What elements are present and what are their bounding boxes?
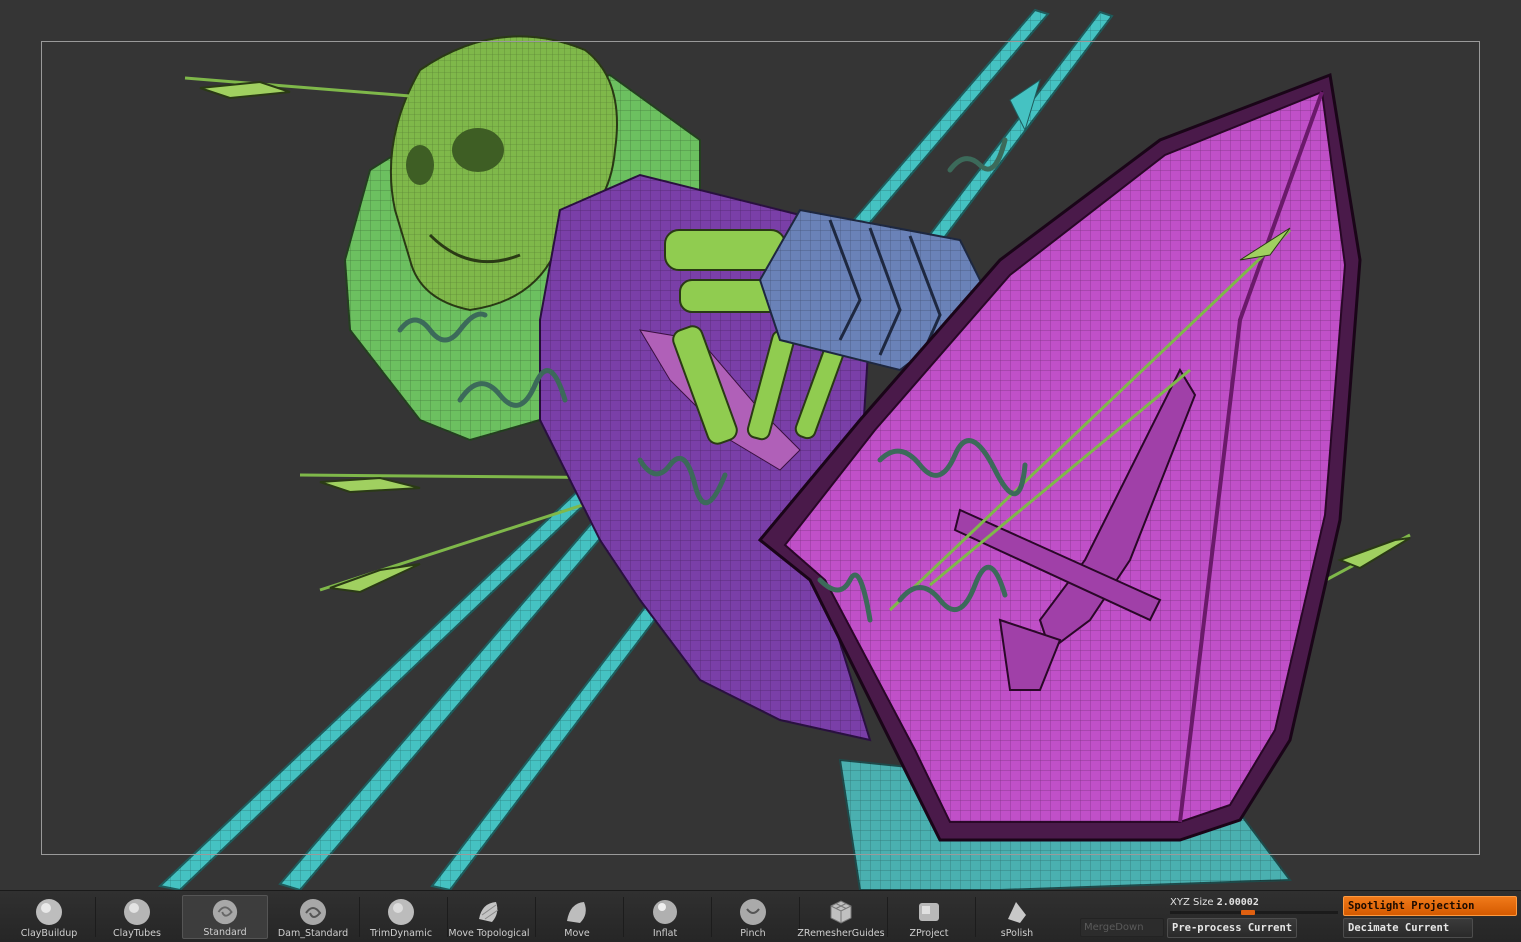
brush-label: Inflat [652, 928, 678, 939]
brush-move-topological[interactable]: Move Topological [446, 895, 532, 939]
brush-label: ZProject [909, 928, 949, 939]
3d-model-scene [157, 8, 1411, 890]
pinch-brush-icon [740, 899, 766, 925]
brush-claybuildup[interactable]: ClayBuildup [6, 895, 92, 939]
brush-move[interactable]: Move [534, 895, 620, 939]
brush-label: ClayTubes [113, 928, 161, 939]
brush-dam-standard[interactable]: Dam_Standard [270, 895, 356, 939]
spear-lower [157, 468, 614, 890]
spotlight-projection-button[interactable]: Spotlight Projection [1343, 896, 1517, 916]
brush-label: ClayBuildup [20, 928, 78, 939]
move-brush-icon [567, 902, 586, 923]
spolish-brush-icon [1008, 902, 1026, 923]
brush-label: Move [564, 928, 590, 939]
brush-label: TrimDynamic [369, 928, 433, 939]
brush-label: Standard [203, 927, 247, 938]
move-topological-brush-icon [479, 902, 499, 922]
clay-tubes-brush-icon [124, 899, 150, 925]
zproject-brush-icon [919, 903, 939, 921]
brush-label: ZRemesherGuides [797, 928, 885, 939]
xyz-size-value: 2.00002 [1216, 897, 1259, 908]
xyz-size-slider[interactable]: XYZ Size 2.00002 [1167, 895, 1339, 915]
merge-down-button[interactable]: MergeDown [1080, 918, 1164, 937]
brush-inflat[interactable]: Inflat [622, 895, 708, 939]
brush-spolish[interactable]: sPolish [974, 895, 1060, 939]
brush-zproject[interactable]: ZProject [886, 895, 972, 939]
clay-buildup-brush-icon [36, 899, 62, 925]
dam-standard-brush-icon [300, 899, 326, 925]
xyz-size-caption: XYZ Size [1170, 897, 1214, 908]
standard-brush-icon [212, 899, 238, 925]
trim-dynamic-brush-icon [388, 899, 414, 925]
brush-label: sPolish [1000, 928, 1034, 939]
zremesher-guides-brush-icon [830, 900, 852, 924]
xyz-size-knob[interactable] [1241, 910, 1255, 915]
preprocess-current-button[interactable]: Pre-process Current [1167, 918, 1297, 938]
brush-label: Move Topological [448, 928, 530, 939]
brush-trimdynamic[interactable]: TrimDynamic [358, 895, 444, 939]
inflat-brush-icon [653, 900, 677, 924]
xyz-size-label: XYZ Size 2.00002 [1170, 897, 1259, 908]
brush-label: Dam_Standard [277, 928, 349, 939]
decimate-current-button[interactable]: Decimate Current [1343, 918, 1473, 938]
brush-claytubes[interactable]: ClayTubes [94, 895, 180, 939]
brush-pinch[interactable]: Pinch [710, 895, 796, 939]
brush-standard[interactable]: Standard [182, 895, 268, 939]
brush-zremesher-guides[interactable]: ZRemesherGuides [797, 895, 885, 939]
brush-label: Pinch [740, 928, 766, 939]
canvas-viewport[interactable] [0, 0, 1521, 890]
